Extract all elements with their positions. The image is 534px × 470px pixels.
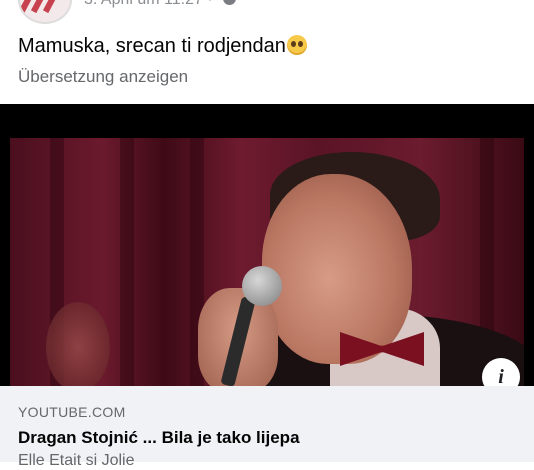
video-thumbnail[interactable] bbox=[10, 138, 524, 386]
avatar[interactable] bbox=[18, 0, 72, 24]
background-figure bbox=[46, 302, 110, 386]
microphone bbox=[242, 266, 282, 306]
see-translation-link[interactable]: Übersetzung anzeigen bbox=[18, 67, 188, 87]
link-title[interactable]: Dragan Stojnić ... Bila je tako lijepa bbox=[18, 428, 300, 448]
link-subtitle: Elle Etait si Jolie bbox=[18, 452, 135, 469]
pleading-face-emoji bbox=[286, 35, 307, 55]
singer-figure bbox=[262, 174, 412, 364]
link-domain: YOUTUBE.COM bbox=[18, 404, 126, 420]
video-player[interactable]: i bbox=[0, 104, 534, 396]
post-meta: 3. April um 11:27 · bbox=[84, 0, 237, 9]
post-text: Mamuska, srecan ti rodjendan bbox=[18, 35, 307, 58]
post-header: 3. April um 11:27 · bbox=[0, 0, 534, 24]
post-message: Mamuska, srecan ti rodjendan bbox=[18, 35, 286, 57]
globe-icon bbox=[223, 0, 237, 6]
post-timestamp[interactable]: 3. April um 11:27 · bbox=[84, 0, 213, 8]
link-preview[interactable]: YOUTUBE.COM Dragan Stojnić ... Bila je t… bbox=[0, 386, 534, 469]
